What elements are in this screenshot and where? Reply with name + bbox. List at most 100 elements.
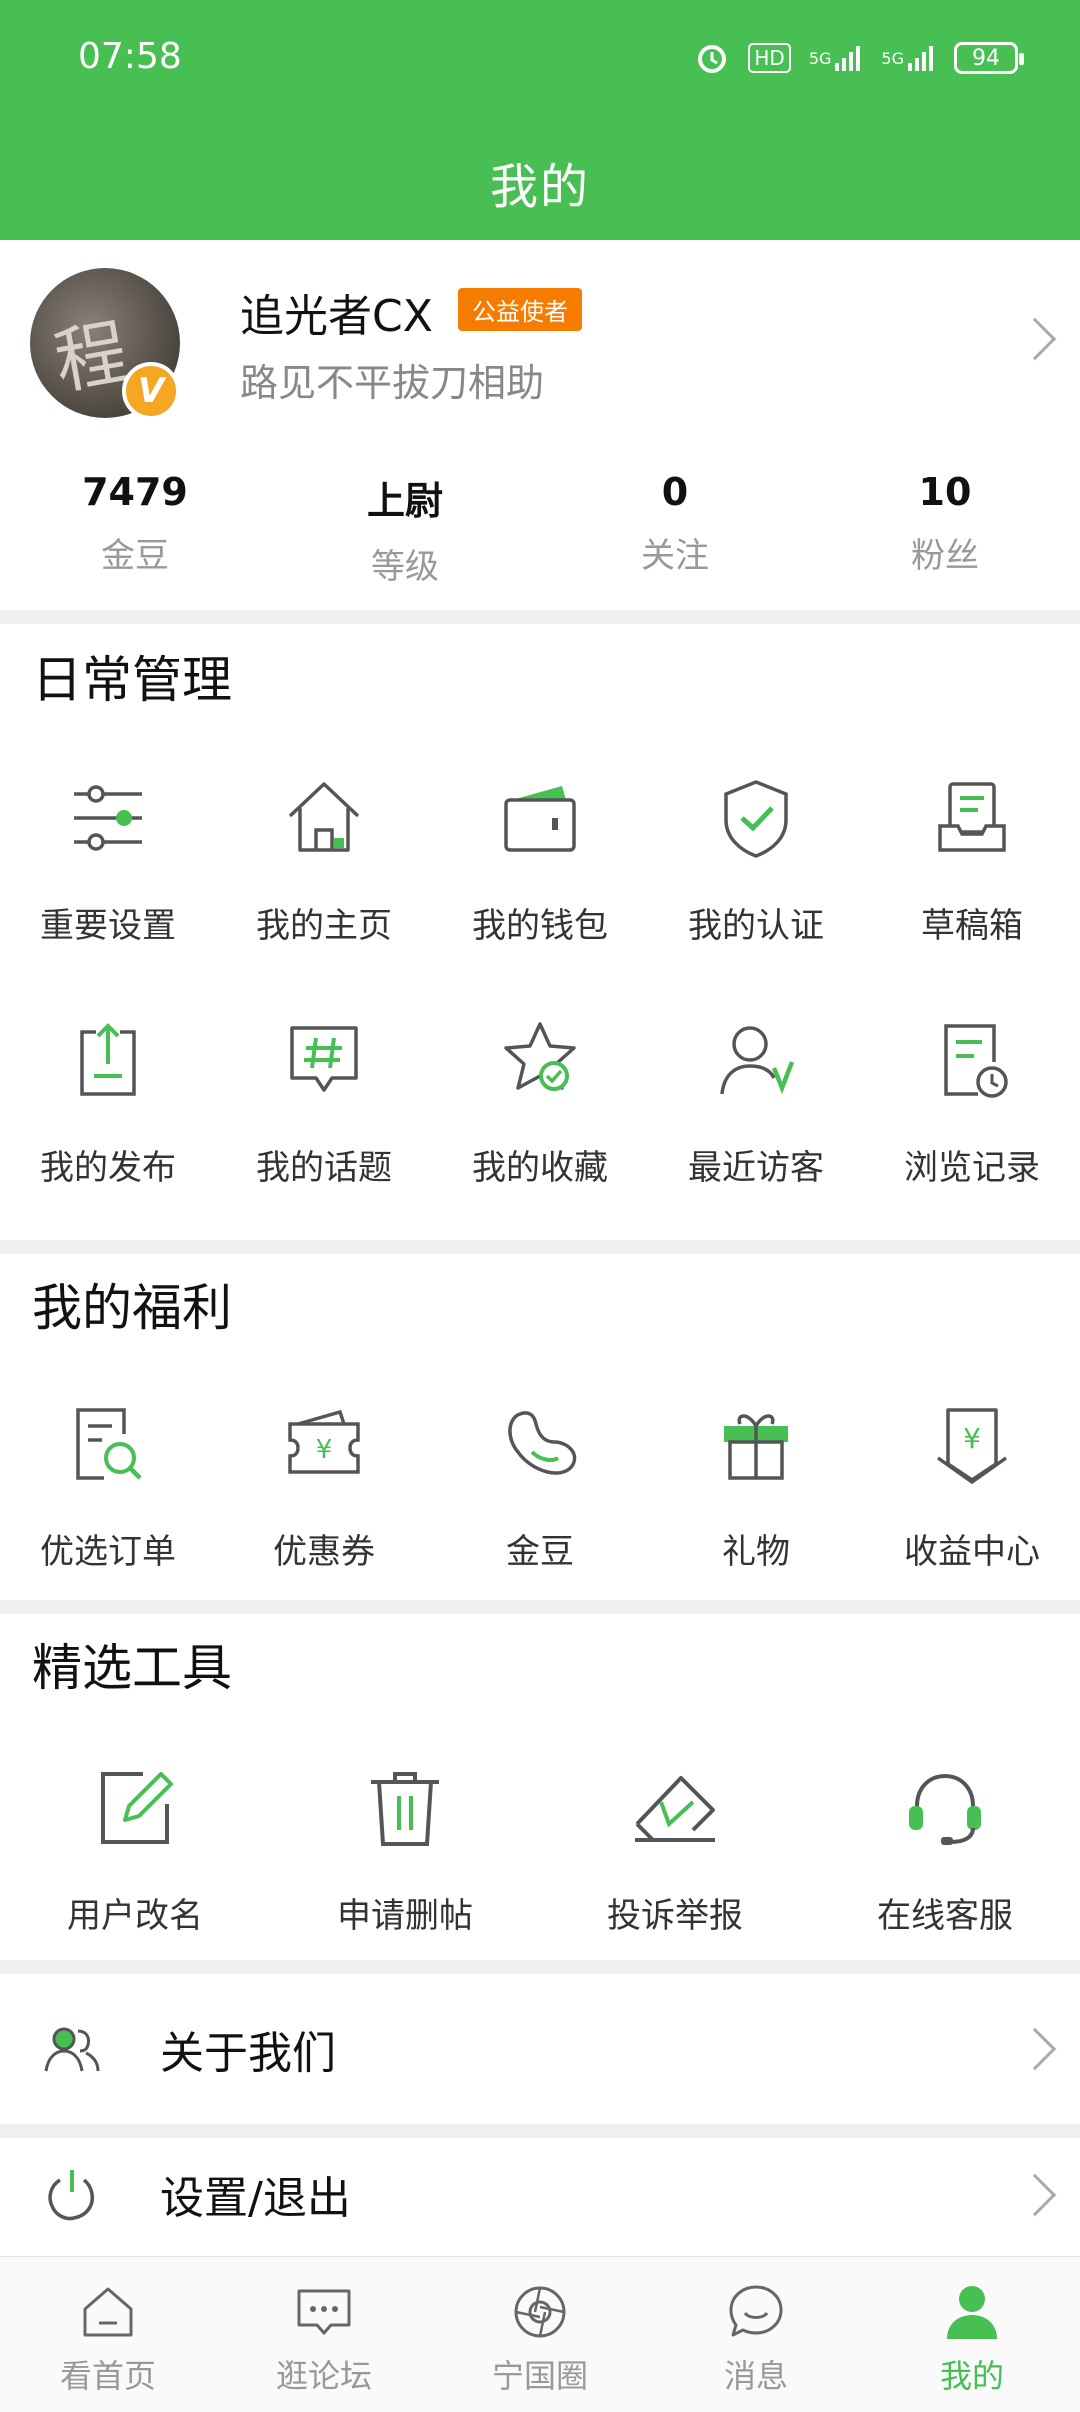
grid-item-verify[interactable]: 我的认证 [648, 770, 864, 947]
stat-value: 7479 [82, 470, 188, 514]
section-title-tools: 精选工具 [32, 1639, 232, 1697]
grid-item-homepage[interactable]: 我的主页 [216, 770, 432, 947]
grid-item-history[interactable]: 浏览记录 [864, 1012, 1080, 1189]
grid-item-drafts[interactable]: 草稿箱 [864, 770, 1080, 947]
grid-item-label: 我的主页 [256, 906, 392, 946]
topic-icon [290, 1026, 358, 1092]
bottom-tab-bar: 看首页 逛论坛 宁国圈 消息 我的 [0, 2256, 1080, 2412]
grid-item-label: 重要设置 [40, 906, 176, 946]
power-icon [48, 2170, 95, 2221]
users-icon [44, 2027, 100, 2072]
profile-card[interactable]: 程 V 追光者CX 公益使者 路见不平拔刀相助 7479 金豆 上尉 等级 0 … [0, 240, 1080, 610]
forum-tab-icon [297, 2289, 351, 2335]
stat-label: 等级 [371, 547, 439, 587]
grid-item-income[interactable]: ¥ 收益中心 [864, 1396, 1080, 1573]
tab-label: 我的 [939, 2357, 1004, 2395]
user-title-badge: 公益使者 [458, 288, 582, 331]
grid-item-my-posts[interactable]: 我的发布 [0, 1012, 216, 1189]
hd-icon: HD [748, 43, 791, 73]
grid-item-gifts[interactable]: 礼物 [648, 1396, 864, 1573]
grid-item-favorites[interactable]: 我的收藏 [432, 1012, 648, 1189]
grid-item-orders[interactable]: 优选订单 [0, 1396, 216, 1573]
signal-icon-2: 5G [881, 40, 936, 76]
grid-item-label: 我的发布 [40, 1148, 176, 1188]
chevron-right-icon [1013, 2173, 1057, 2217]
signal-label-2: 5G [881, 48, 904, 68]
star-icon [504, 1022, 576, 1091]
tab-forum[interactable]: 逛论坛 [216, 2257, 432, 2412]
about-us-row[interactable]: 关于我们 [0, 1974, 1080, 2124]
tools-grid: 用户改名 申请删帖 投诉举报 在线客服 [0, 1760, 1080, 1937]
grid-item-label: 投诉举报 [607, 1896, 743, 1936]
grid-item-label: 我的认证 [688, 906, 824, 946]
chevron-right-icon [1013, 2027, 1057, 2071]
row-label: 关于我们 [160, 2028, 336, 2079]
stat-fans[interactable]: 10 粉丝 [810, 470, 1080, 588]
grid-item-delete-post[interactable]: 申请删帖 [270, 1760, 540, 1937]
vip-badge-icon: V [122, 362, 180, 420]
stat-level[interactable]: 上尉 等级 [270, 470, 540, 588]
tab-home[interactable]: 看首页 [0, 2257, 216, 2412]
svg-text:¥: ¥ [963, 1422, 981, 1455]
grid-item-settings[interactable]: 重要设置 [0, 770, 216, 947]
daily-grid-row-2: 我的发布 我的话题 我的收藏 最近访客 浏览记录 [0, 1012, 1080, 1189]
grid-item-my-topics[interactable]: 我的话题 [216, 1012, 432, 1189]
visitor-icon [720, 1026, 795, 1095]
history-icon [944, 1024, 1008, 1098]
shield-check-icon [724, 780, 788, 858]
tab-label: 消息 [723, 2357, 788, 2395]
grid-item-visitors[interactable]: 最近访客 [648, 1012, 864, 1189]
tab-label: 看首页 [59, 2357, 156, 2395]
gift-icon [724, 1414, 788, 1480]
signal-label: 5G [808, 48, 832, 68]
grid-item-beans[interactable]: 金豆 [432, 1396, 648, 1573]
stat-value: 10 [918, 470, 972, 514]
grid-item-label: 优选订单 [40, 1532, 176, 1572]
tab-messages[interactable]: 消息 [648, 2257, 864, 2412]
user-signature: 路见不平拔刀相助 [240, 361, 545, 405]
grid-item-label: 我的钱包 [472, 906, 608, 946]
grid-item-label: 我的话题 [256, 1148, 392, 1188]
grid-item-label: 在线客服 [877, 1896, 1013, 1936]
order-search-icon [76, 1408, 142, 1480]
stat-following[interactable]: 0 关注 [540, 470, 810, 588]
me-tab-icon [947, 2286, 997, 2339]
grid-item-label: 草稿箱 [921, 906, 1023, 946]
grid-item-customer-service[interactable]: 在线客服 [810, 1760, 1080, 1937]
grid-item-label: 收益中心 [904, 1532, 1040, 1572]
chevron-right-icon[interactable] [1013, 317, 1057, 361]
grid-item-label: 我的收藏 [472, 1148, 608, 1188]
message-tab-icon [729, 2285, 783, 2337]
daily-grid-row-1: 重要设置 我的主页 我的钱包 我的认证 草稿箱 [0, 770, 1080, 947]
stat-beans[interactable]: 7479 金豆 [0, 470, 270, 588]
home-icon [288, 782, 360, 852]
divider [0, 1240, 1080, 1254]
edit-icon [101, 1772, 173, 1844]
drafts-icon [938, 782, 1006, 852]
section-title-daily: 日常管理 [32, 651, 232, 709]
sliders-icon [74, 785, 142, 851]
divider [0, 1600, 1080, 1614]
grid-item-coupons[interactable]: ¥ 优惠券 [216, 1396, 432, 1573]
divider [0, 1960, 1080, 1974]
row-label: 设置/退出 [160, 2173, 351, 2224]
grid-item-wallet[interactable]: 我的钱包 [432, 770, 648, 947]
svg-text:¥: ¥ [316, 1435, 333, 1465]
grid-item-rename[interactable]: 用户改名 [0, 1760, 270, 1937]
grid-item-label: 金豆 [506, 1532, 574, 1572]
status-bar: 07:58 HD 5G 5G 94 [0, 0, 1080, 124]
welfare-grid: 优选订单 ¥ 优惠券 金豆 礼物 ¥ 收益中心 [0, 1396, 1080, 1573]
coupon-icon: ¥ [288, 1409, 360, 1474]
tab-label: 宁国圈 [491, 2357, 588, 2395]
tab-me[interactable]: 我的 [864, 2257, 1080, 2412]
grid-item-label: 用户改名 [67, 1896, 203, 1936]
tab-circle[interactable]: 宁国圈 [432, 2257, 648, 2412]
section-title-welfare: 我的福利 [32, 1279, 232, 1337]
divider [0, 610, 1080, 624]
grid-item-label: 优惠券 [273, 1532, 375, 1572]
bean-icon [508, 1411, 577, 1475]
headset-icon [909, 1773, 981, 1845]
report-icon [635, 1776, 715, 1842]
settings-logout-row[interactable]: 设置/退出 [0, 2132, 1080, 2256]
grid-item-report[interactable]: 投诉举报 [540, 1760, 810, 1937]
